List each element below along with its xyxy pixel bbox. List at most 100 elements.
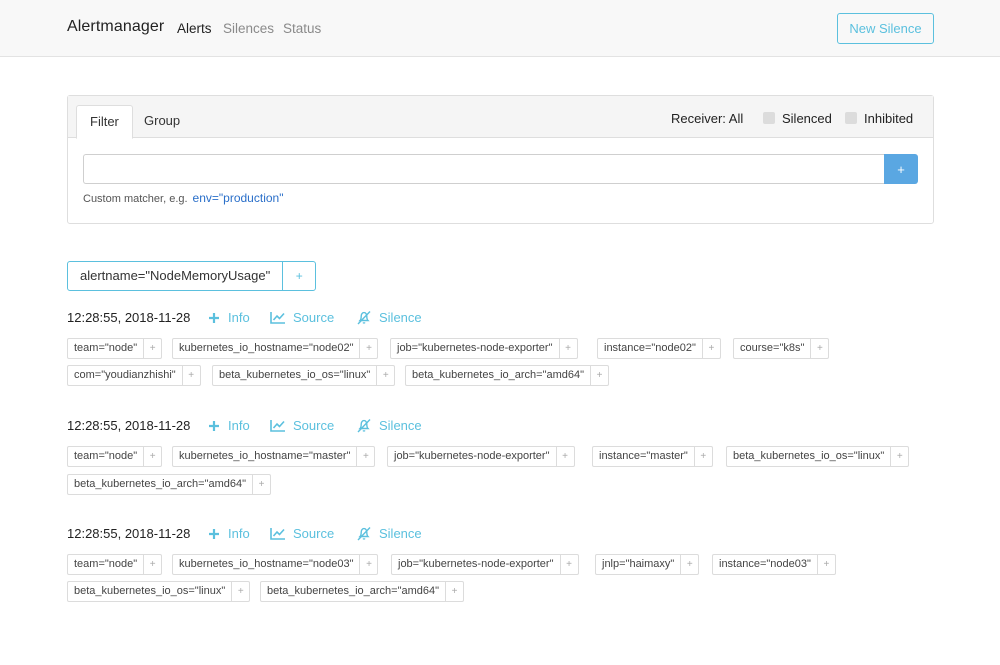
alert-header: 12:28:55, 2018-11-28 Info Source Silence xyxy=(67,524,937,546)
tab-group[interactable]: Group xyxy=(131,105,193,139)
chart-line-icon xyxy=(270,311,286,325)
label-text[interactable]: team="node" xyxy=(68,555,143,574)
nav-silences[interactable]: Silences xyxy=(223,21,274,36)
label-chip: beta_kubernetes_io_os="linux" + xyxy=(212,365,396,386)
label-text[interactable]: instance="master" xyxy=(593,447,694,466)
label-add-button[interactable]: + xyxy=(810,339,828,358)
label-add-button[interactable]: + xyxy=(143,447,161,466)
plus-icon xyxy=(207,419,221,433)
filter-card: Filter Group Receiver: All Silenced Inhi… xyxy=(67,95,934,224)
alert-item: 12:28:55, 2018-11-28 Info Source Silence… xyxy=(67,524,937,602)
label-add-button[interactable]: + xyxy=(356,447,374,466)
filter-add-button[interactable]: + xyxy=(884,154,918,184)
silenced-label: Silenced xyxy=(782,111,832,126)
label-add-button[interactable]: + xyxy=(252,475,270,494)
source-label: Source xyxy=(293,310,335,325)
label-text[interactable]: beta_kubernetes_io_os="linux" xyxy=(727,447,890,466)
label-chip: instance="node02" + xyxy=(597,338,721,359)
label-text[interactable]: kubernetes_io_hostname="node03" xyxy=(173,555,359,574)
info-button[interactable]: Info xyxy=(207,310,250,325)
label-text[interactable]: jnlp="haimaxy" xyxy=(596,555,680,574)
label-text[interactable]: beta_kubernetes_io_os="linux" xyxy=(213,366,376,385)
plus-icon xyxy=(207,527,221,541)
label-text[interactable]: instance="node03" xyxy=(713,555,817,574)
label-add-button[interactable]: + xyxy=(445,582,463,601)
label-add-button[interactable]: + xyxy=(555,447,574,466)
info-button[interactable]: Info xyxy=(207,526,250,541)
label-text[interactable]: com="youdianzhishi" xyxy=(68,366,182,385)
label-text[interactable]: beta_kubernetes_io_arch="amd64" xyxy=(68,475,252,494)
label-add-button[interactable]: + xyxy=(590,366,608,385)
label-text[interactable]: beta_kubernetes_io_arch="amd64" xyxy=(406,366,590,385)
label-add-button[interactable]: + xyxy=(701,339,720,358)
label-text[interactable]: job="kubernetes-node-exporter" xyxy=(388,447,556,466)
label-text[interactable]: instance="node02" xyxy=(598,339,702,358)
label-add-button[interactable]: + xyxy=(376,366,394,385)
label-chip: instance="master" + xyxy=(592,446,713,467)
source-label: Source xyxy=(293,418,335,433)
label-text[interactable]: kubernetes_io_hostname="node02" xyxy=(173,339,359,358)
label-text[interactable]: beta_kubernetes_io_os="linux" xyxy=(68,582,231,601)
matcher-hint-text: Custom matcher, e.g. xyxy=(83,193,188,205)
silence-button[interactable]: Silence xyxy=(356,310,422,325)
label-chip: jnlp="haimaxy" + xyxy=(595,554,700,575)
label-text[interactable]: team="node" xyxy=(68,447,143,466)
info-button[interactable]: Info xyxy=(207,418,250,433)
label-chip: beta_kubernetes_io_arch="amd64" + xyxy=(405,365,610,386)
label-add-button[interactable]: + xyxy=(559,555,578,574)
group-add-button[interactable]: + xyxy=(283,262,315,290)
new-silence-button[interactable]: New Silence xyxy=(837,13,934,44)
label-add-button[interactable]: + xyxy=(693,447,712,466)
navbar: Alertmanager Alerts Silences Status New … xyxy=(0,0,1000,57)
nav-alerts[interactable]: Alerts xyxy=(177,21,212,36)
label-text[interactable]: beta_kubernetes_io_arch="amd64" xyxy=(261,582,445,601)
chart-line-icon xyxy=(270,527,286,541)
silence-label: Silence xyxy=(379,526,422,541)
source-button[interactable]: Source xyxy=(270,310,334,325)
label-text[interactable]: course="k8s" xyxy=(734,339,810,358)
nav-status[interactable]: Status xyxy=(283,21,321,36)
label-add-button[interactable]: + xyxy=(359,339,377,358)
filter-card-header: Filter Group Receiver: All Silenced Inhi… xyxy=(68,96,933,139)
source-button[interactable]: Source xyxy=(270,526,334,541)
label-add-button[interactable]: + xyxy=(680,555,698,574)
label-text[interactable]: kubernetes_io_hostname="master" xyxy=(173,447,356,466)
matcher-example-link[interactable]: env="production" xyxy=(193,191,284,205)
info-label: Info xyxy=(228,418,250,433)
checkbox-box[interactable] xyxy=(763,112,775,124)
label-add-button[interactable]: + xyxy=(231,582,249,601)
label-text[interactable]: team="node" xyxy=(68,339,143,358)
label-add-button[interactable]: + xyxy=(890,447,908,466)
label-chip: job="kubernetes-node-exporter" + xyxy=(390,338,578,359)
label-chip: com="youdianzhishi" + xyxy=(67,365,201,386)
source-button[interactable]: Source xyxy=(270,418,334,433)
filter-input[interactable] xyxy=(83,154,885,184)
label-chip: team="node" + xyxy=(67,554,163,575)
label-add-button[interactable]: + xyxy=(143,339,161,358)
label-add-button[interactable]: + xyxy=(558,339,577,358)
label-chip: beta_kubernetes_io_arch="amd64" + xyxy=(260,581,465,602)
label-text[interactable]: job="kubernetes-node-exporter" xyxy=(392,555,560,574)
bell-slash-icon xyxy=(356,527,372,541)
matcher-hint: Custom matcher, e.g. env="production" xyxy=(83,191,283,205)
receiver-select[interactable]: Receiver: All xyxy=(671,111,743,126)
plus-icon xyxy=(207,311,221,325)
checkbox-box[interactable] xyxy=(845,112,857,124)
group-label-tag: alertname="NodeMemoryUsage" + xyxy=(67,261,317,291)
info-label: Info xyxy=(228,526,250,541)
inhibited-checkbox[interactable]: Inhibited xyxy=(845,111,913,126)
label-chip: course="k8s" + xyxy=(733,338,830,359)
silence-button[interactable]: Silence xyxy=(356,418,422,433)
tab-filter[interactable]: Filter xyxy=(76,105,133,139)
label-add-button[interactable]: + xyxy=(181,366,200,385)
brand-title[interactable]: Alertmanager xyxy=(67,18,164,36)
label-add-button[interactable]: + xyxy=(143,555,161,574)
group-label[interactable]: alertname="NodeMemoryUsage" xyxy=(68,262,284,290)
label-add-button[interactable]: + xyxy=(816,555,835,574)
silenced-checkbox[interactable]: Silenced xyxy=(763,111,832,126)
silence-button[interactable]: Silence xyxy=(356,526,422,541)
label-chip: team="node" + xyxy=(67,338,163,359)
label-add-button[interactable]: + xyxy=(359,555,377,574)
label-text[interactable]: job="kubernetes-node-exporter" xyxy=(391,339,559,358)
alert-header: 12:28:55, 2018-11-28 Info Source Silence xyxy=(67,416,937,438)
